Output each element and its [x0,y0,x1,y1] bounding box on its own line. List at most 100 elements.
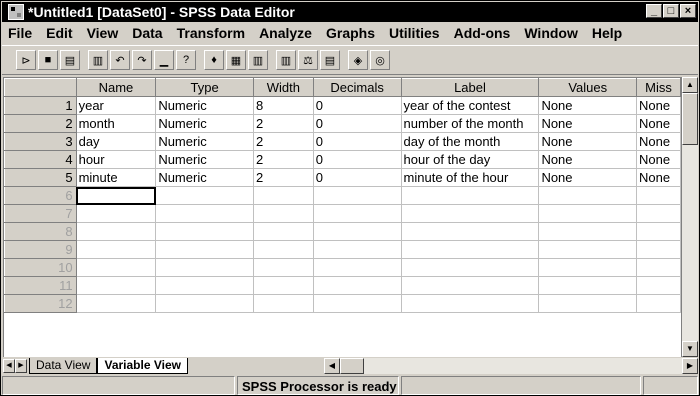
cell-width[interactable]: 2 [252,168,314,187]
menu-graphs[interactable]: Graphs [319,25,382,41]
empty-cell[interactable] [155,276,254,295]
menu-window[interactable]: Window [517,25,585,41]
empty-cell[interactable] [252,276,314,295]
variables-icon[interactable]: ? [176,50,196,70]
empty-cell[interactable] [636,186,681,205]
empty-cell[interactable] [538,222,638,241]
empty-cell[interactable] [75,222,157,241]
row-number[interactable]: 2 [4,114,77,133]
empty-cell[interactable] [312,276,402,295]
empty-cell[interactable] [636,276,681,295]
empty-cell[interactable] [155,186,254,205]
empty-cell[interactable] [400,204,540,223]
goto-case-icon[interactable]: ▁ [154,50,174,70]
empty-cell[interactable] [538,186,638,205]
empty-cell[interactable] [538,240,638,259]
scroll-right-icon[interactable]: ▶ [682,358,698,374]
cell-name[interactable]: hour [75,150,157,169]
weight-cases-icon[interactable]: ⚖ [298,50,318,70]
cell-type[interactable]: Numeric [155,168,254,187]
cell-decimals[interactable]: 0 [312,96,402,115]
horizontal-scroll-thumb[interactable] [340,358,364,374]
cell-decimals[interactable]: 0 [312,114,402,133]
cell-values[interactable]: None [538,132,638,151]
empty-cell[interactable] [636,294,681,313]
empty-cell[interactable] [75,240,157,259]
empty-cell[interactable] [155,240,254,259]
empty-cell[interactable] [636,258,681,277]
empty-cell[interactable] [252,222,314,241]
empty-cell[interactable] [155,258,254,277]
empty-cell[interactable] [75,294,157,313]
cell-width[interactable]: 2 [252,150,314,169]
value-labels-icon[interactable]: ◈ [348,50,368,70]
empty-cell[interactable] [252,240,314,259]
row-number[interactable]: 11 [4,276,77,295]
cell-values[interactable]: None [538,96,638,115]
minimize-button[interactable]: _ [646,4,662,18]
col-header-name[interactable]: Name [75,78,157,97]
empty-cell[interactable] [312,222,402,241]
horizontal-scroll-track[interactable] [364,358,682,374]
cell-type[interactable]: Numeric [155,150,254,169]
row-number[interactable]: 4 [4,150,77,169]
cell-values[interactable]: None [538,168,638,187]
row-number[interactable]: 10 [4,258,77,277]
insert-variable-icon[interactable]: ▥ [248,50,268,70]
menu-utilities[interactable]: Utilities [382,25,447,41]
empty-cell[interactable] [400,258,540,277]
empty-cell[interactable] [400,294,540,313]
menu-view[interactable]: View [80,25,126,41]
row-number[interactable]: 8 [4,222,77,241]
empty-cell[interactable] [155,294,254,313]
cell-label[interactable]: day of the month [400,132,540,151]
save-icon[interactable]: ■ [38,50,58,70]
vertical-scroll-thumb[interactable] [682,93,698,145]
close-button[interactable]: × [680,4,696,18]
dialog-recall-icon[interactable]: ▥ [88,50,108,70]
empty-cell[interactable] [75,276,157,295]
cell-missing[interactable]: None [636,114,681,133]
scroll-up-icon[interactable]: ▲ [682,77,698,93]
cell-decimals[interactable]: 0 [312,132,402,151]
cell-missing[interactable]: None [636,150,681,169]
row-number[interactable]: 1 [4,96,77,115]
tab-variable-view[interactable]: Variable View [97,357,188,374]
cell-type[interactable]: Numeric [155,114,254,133]
empty-cell[interactable] [312,258,402,277]
select-cases-icon[interactable]: ▤ [320,50,340,70]
cell-width[interactable]: 8 [252,96,314,115]
active-cell[interactable] [75,186,157,205]
col-header-type[interactable]: Type [155,78,254,97]
tab-data-view[interactable]: Data View [29,357,98,374]
col-header-missing[interactable]: Miss [636,78,681,97]
empty-cell[interactable] [252,186,314,205]
tab-scroll-right-icon[interactable]: ▶ [15,358,27,373]
cell-label[interactable]: number of the month [400,114,540,133]
open-icon[interactable]: ⊳ [16,50,36,70]
cell-width[interactable]: 2 [252,114,314,133]
row-number[interactable]: 12 [4,294,77,313]
empty-cell[interactable] [400,276,540,295]
cell-type[interactable]: Numeric [155,96,254,115]
cell-name[interactable]: day [75,132,157,151]
find-icon[interactable]: ♦ [204,50,224,70]
cell-name[interactable]: year [75,96,157,115]
insert-cases-icon[interactable]: ▦ [226,50,246,70]
empty-cell[interactable] [312,240,402,259]
empty-cell[interactable] [75,258,157,277]
cell-missing[interactable]: None [636,168,681,187]
scroll-left-icon[interactable]: ◀ [324,358,340,374]
empty-cell[interactable] [155,222,254,241]
cell-values[interactable]: None [538,114,638,133]
cell-values[interactable]: None [538,150,638,169]
empty-cell[interactable] [538,276,638,295]
empty-cell[interactable] [252,204,314,223]
vertical-scrollbar[interactable]: ▲ ▼ [681,77,698,357]
empty-cell[interactable] [636,222,681,241]
empty-cell[interactable] [252,294,314,313]
empty-cell[interactable] [400,186,540,205]
empty-cell[interactable] [155,204,254,223]
menu-data[interactable]: Data [125,25,169,41]
empty-cell[interactable] [312,204,402,223]
